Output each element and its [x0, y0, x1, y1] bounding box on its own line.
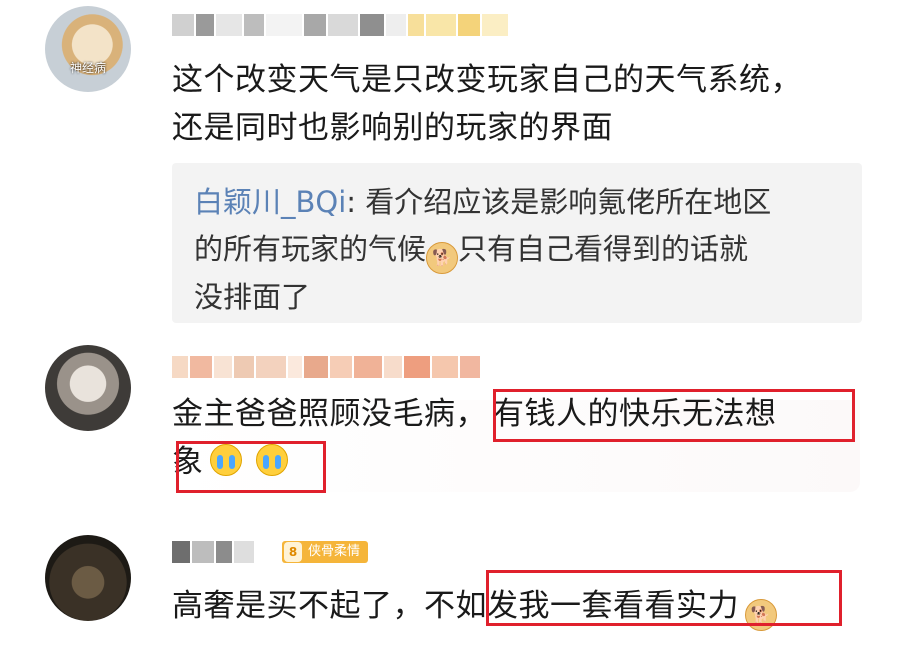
comment-text: 这个改变天气是只改变玩家自己的天气系统， 还是同时也影响别的玩家的界面 — [172, 56, 802, 152]
reply-separator: : — [346, 185, 366, 219]
highlight-box — [176, 441, 326, 493]
badge-label: 侠骨柔情 — [308, 544, 361, 559]
reply-text: 白颖川_BQi: 看介绍应该是影响氪佬所在地区 的所有玩家的气候 🐕 只有自己看得到… — [194, 179, 771, 321]
highlight-box — [493, 389, 855, 442]
avatar-tag: 神经病 — [69, 61, 106, 75]
reply-preview[interactable]: 白颖川_BQi: 看介绍应该是影响氪佬所在地区 的所有玩家的气候 🐕 只有自己看得到… — [172, 163, 862, 323]
highlight-box — [486, 570, 842, 626]
username-redacted[interactable] — [172, 356, 480, 378]
reply-line-text: 只有自己看得到的话就 — [458, 232, 749, 266]
avatar[interactable] — [45, 535, 131, 621]
doge-icon: 🐕 — [426, 242, 459, 274]
avatar[interactable]: 神经病 — [45, 6, 131, 92]
username-redacted[interactable] — [172, 541, 254, 563]
reply-line: 的所有玩家的气候 🐕 只有自己看得到的话就 — [194, 226, 771, 274]
badge-level-icon: 8 — [284, 542, 302, 562]
user-badge[interactable]: 8 侠骨柔情 — [282, 541, 369, 563]
reply-line: 白颖川_BQi: 看介绍应该是影响氪佬所在地区 — [194, 179, 771, 226]
comment-line-text: 高奢是买不起了，不 — [172, 588, 456, 624]
avatar[interactable] — [45, 345, 131, 431]
comment-line: 还是同时也影响别的玩家的界面 — [172, 110, 613, 146]
username-redacted[interactable] — [172, 14, 508, 36]
reply-line-text: 的所有玩家的气候 — [194, 232, 427, 266]
reply-author-link[interactable]: 白颖川_BQi — [194, 185, 346, 219]
reply-line-text: 看介绍应该是影响氪佬所在地区 — [365, 185, 772, 219]
reply-line: 没排面了 — [194, 280, 311, 314]
comment-line-text: 金主爸爸照顾没毛病， — [172, 396, 487, 432]
comment-line: 这个改变天气是只改变玩家自己的天气系统， — [172, 62, 802, 98]
